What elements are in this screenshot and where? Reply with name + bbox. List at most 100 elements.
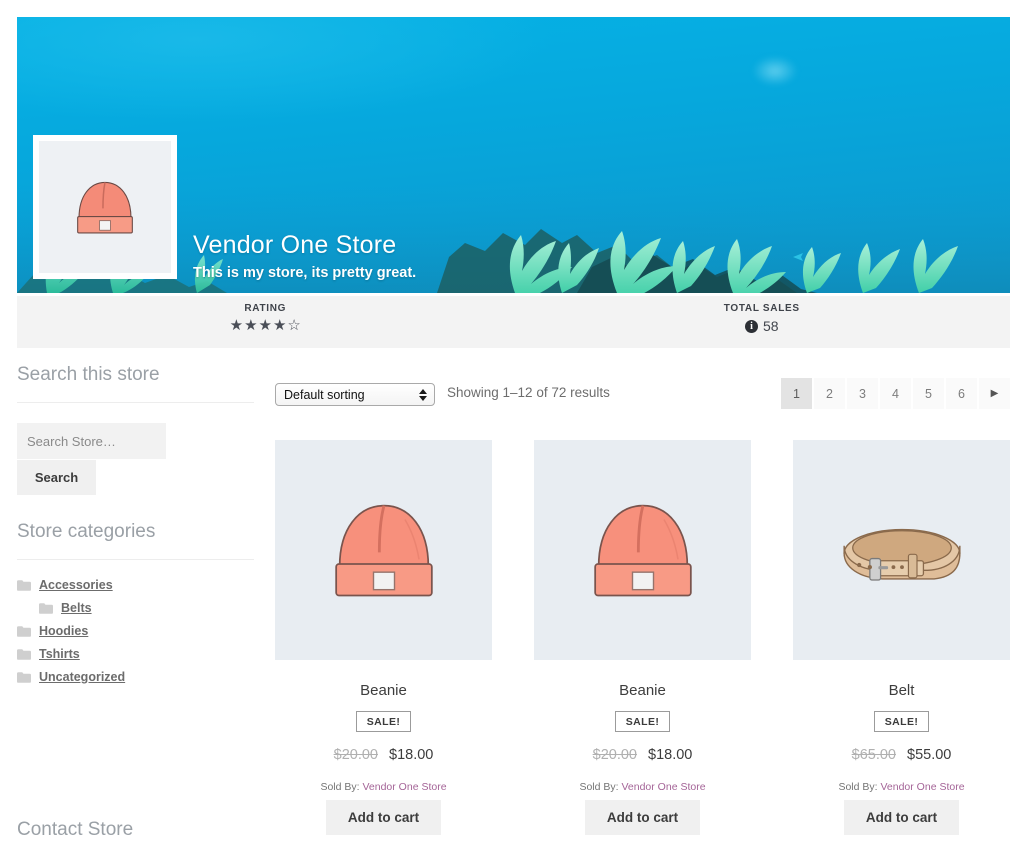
search-form: Search <box>17 423 254 495</box>
orderby-selected-label: Default sorting <box>284 387 365 402</box>
category-link-accessories[interactable]: Accessories <box>39 578 113 592</box>
orderby-select[interactable]: Default sorting <box>275 383 435 406</box>
pagination: 1 2 3 4 5 6 ▶ <box>781 378 1010 409</box>
product-card: Belt SALE! $65.00 $55.00 Sold By: Vendor… <box>793 440 1010 835</box>
category-item-uncategorized[interactable]: Uncategorized <box>17 670 254 684</box>
vendor-link[interactable]: Vendor One Store <box>362 781 446 793</box>
pagination-page-2[interactable]: 2 <box>814 378 845 409</box>
pagination-page-5[interactable]: 5 <box>913 378 944 409</box>
chevron-right-icon: ▶ <box>990 388 999 399</box>
vendor-store-page: Vendor One Store This is my store, its p… <box>0 0 1024 867</box>
category-link-uncategorized[interactable]: Uncategorized <box>39 670 125 684</box>
banner-light-glow <box>751 55 798 86</box>
store-tagline: This is my store, its pretty great. <box>193 265 417 281</box>
product-title[interactable]: Belt <box>793 682 1010 699</box>
stat-rating-value: ★ ★ ★ ★ ☆ <box>17 318 514 333</box>
contact-store-title: Contact Store <box>17 819 134 840</box>
chevron-up-icon <box>419 388 427 394</box>
store-banner: Vendor One Store This is my store, its p… <box>17 17 1010 293</box>
product-image-link[interactable] <box>793 440 1010 660</box>
price-sale: $18.00 <box>389 747 434 763</box>
beanie-icon <box>77 181 133 234</box>
shop-toolbar: Default sorting Showing 1–12 of 72 resul… <box>264 364 1010 410</box>
product-title[interactable]: Beanie <box>275 682 492 699</box>
add-to-cart-button[interactable]: Add to cart <box>843 800 960 835</box>
result-count: Showing 1–12 of 72 results <box>447 385 610 400</box>
vendor-link[interactable]: Vendor One Store <box>880 781 964 793</box>
folder-icon <box>17 671 31 683</box>
product-grid: Beanie SALE! $20.00 $18.00 Sold By: Vend… <box>275 440 1010 835</box>
pagination-page-6[interactable]: 6 <box>946 378 977 409</box>
sale-badge: SALE! <box>614 711 671 732</box>
info-icon: i <box>744 319 758 333</box>
search-widget: Search this store Search <box>17 364 254 495</box>
category-link-hoodies[interactable]: Hoodies <box>39 624 88 638</box>
stat-rating: RATING ★ ★ ★ ★ ☆ <box>17 296 514 348</box>
product-price: $20.00 $18.00 <box>534 747 751 763</box>
folder-icon <box>17 579 31 591</box>
sold-by: Sold By: Vendor One Store <box>534 781 751 793</box>
search-widget-title: Search this store <box>17 364 254 403</box>
store-avatar-image <box>39 141 171 273</box>
price-original: $20.00 <box>333 747 378 763</box>
rating-stars: ★ ★ ★ ★ ☆ <box>230 318 301 333</box>
star-filled-3: ★ <box>258 317 272 334</box>
category-item-hoodies[interactable]: Hoodies <box>17 624 254 638</box>
store-sidebar: Search this store Search Store categorie… <box>17 364 254 710</box>
add-to-cart-button[interactable]: Add to cart <box>325 800 442 835</box>
stat-total-sales: TOTAL SALES i 58 <box>514 296 1011 348</box>
folder-icon <box>17 625 31 637</box>
select-spinner-icon <box>419 388 427 401</box>
chevron-down-icon <box>419 395 427 401</box>
vendor-link[interactable]: Vendor One Store <box>621 781 705 793</box>
price-original: $65.00 <box>851 747 896 763</box>
star-empty-5: ☆ <box>287 317 301 334</box>
star-filled-1: ★ <box>229 317 244 334</box>
stat-total-sales-value: i 58 <box>514 318 1011 334</box>
store-categories-title: Store categories <box>17 521 254 560</box>
product-image-link[interactable] <box>534 440 751 660</box>
product-price: $65.00 $55.00 <box>793 747 1010 763</box>
contact-store-widget: Contact Store <box>17 819 254 857</box>
sold-by: Sold By: Vendor One Store <box>793 781 1010 793</box>
product-card: Beanie SALE! $20.00 $18.00 Sold By: Vend… <box>534 440 751 835</box>
search-input[interactable] <box>17 423 166 459</box>
sale-badge: SALE! <box>873 711 930 732</box>
star-filled-4: ★ <box>272 317 287 334</box>
category-item-accessories[interactable]: Accessories <box>17 578 254 592</box>
sold-by-prefix: Sold By: <box>838 781 878 793</box>
pagination-page-1[interactable]: 1 <box>781 378 812 409</box>
store-categories-list: Accessories Belts Hoodies Tshirts Uncate… <box>17 578 254 684</box>
sold-by: Sold By: Vendor One Store <box>275 781 492 793</box>
beanie-image-icon <box>593 504 692 597</box>
price-original: $20.00 <box>592 747 637 763</box>
beanie-image-icon <box>334 504 433 597</box>
product-title[interactable]: Beanie <box>534 682 751 699</box>
pagination-page-4[interactable]: 4 <box>880 378 911 409</box>
product-image-link[interactable] <box>275 440 492 660</box>
store-categories-widget: Store categories Accessories Belts Hoodi… <box>17 521 254 684</box>
category-link-belts[interactable]: Belts <box>61 601 92 615</box>
pagination-next-button[interactable]: ▶ <box>979 378 1010 409</box>
store-info: Vendor One Store This is my store, its p… <box>193 229 416 282</box>
add-to-cart-button[interactable]: Add to cart <box>584 800 701 835</box>
store-name: Vendor One Store <box>193 230 397 259</box>
sold-by-prefix: Sold By: <box>320 781 360 793</box>
stat-rating-label: RATING <box>244 303 287 314</box>
search-button[interactable]: Search <box>17 460 96 495</box>
total-sales-count: 58 <box>762 318 779 334</box>
store-avatar <box>33 135 177 279</box>
category-link-tshirts[interactable]: Tshirts <box>39 647 80 661</box>
product-card: Beanie SALE! $20.00 $18.00 Sold By: Vend… <box>275 440 492 835</box>
category-item-belts[interactable]: Belts <box>17 601 254 615</box>
folder-icon <box>17 648 31 660</box>
stat-total-sales-label: TOTAL SALES <box>723 303 800 314</box>
sold-by-prefix: Sold By: <box>579 781 619 793</box>
price-sale: $55.00 <box>907 747 952 763</box>
star-filled-2: ★ <box>244 317 258 334</box>
sale-badge: SALE! <box>355 711 412 732</box>
store-stats-bar: RATING ★ ★ ★ ★ ☆ TOTAL SALES i 58 <box>17 296 1010 348</box>
product-price: $20.00 $18.00 <box>275 747 492 763</box>
category-item-tshirts[interactable]: Tshirts <box>17 647 254 661</box>
pagination-page-3[interactable]: 3 <box>847 378 878 409</box>
